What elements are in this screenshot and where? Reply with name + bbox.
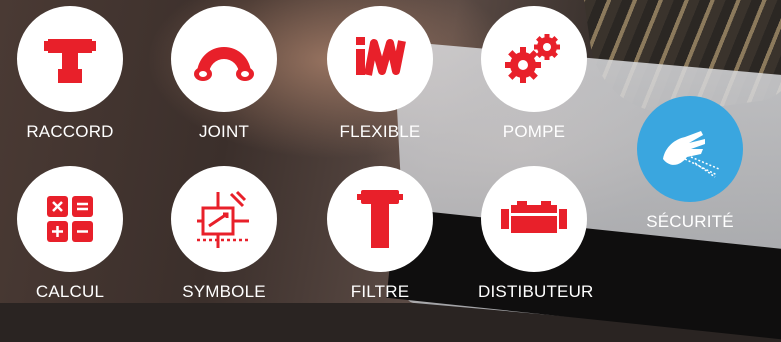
tile-circle[interactable] xyxy=(637,96,743,202)
tile-circle[interactable] xyxy=(327,166,433,272)
seal-icon xyxy=(194,47,254,81)
gears-icon xyxy=(505,34,560,83)
filter-icon xyxy=(357,190,403,248)
tile-joint[interactable]: JOINT xyxy=(168,6,280,142)
tile-filtre[interactable]: FILTRE xyxy=(324,166,436,302)
tile-pompe[interactable]: POMPE xyxy=(478,6,590,142)
tile-label: RACCORD xyxy=(26,122,114,141)
tile-circle[interactable] xyxy=(481,6,587,112)
tile-label: CALCUL xyxy=(35,282,105,301)
safety-hand-icon xyxy=(663,131,720,178)
tile-label: SÉCURITÉ xyxy=(646,212,734,231)
tile-label: FILTRE xyxy=(350,282,410,301)
tile-flexible[interactable]: FLEXIBLE xyxy=(324,6,436,142)
tile-circle[interactable] xyxy=(171,166,277,272)
distributor-icon xyxy=(501,201,567,233)
tile-label: POMPE xyxy=(502,122,566,141)
tile-circle[interactable] xyxy=(17,166,123,272)
tile-securite[interactable]: SÉCURITÉ xyxy=(634,96,746,232)
hose-icon xyxy=(356,37,406,76)
tile-label: SYMBOLE xyxy=(182,282,266,301)
tile-symbole[interactable]: SYMBOLE xyxy=(168,166,280,302)
tile-circle[interactable] xyxy=(171,6,277,112)
symbol-icon xyxy=(197,190,249,248)
tile-raccord[interactable]: RACCORD xyxy=(14,6,126,142)
fitting-icon xyxy=(44,39,96,83)
tile-circle[interactable] xyxy=(17,6,123,112)
tile-circle[interactable] xyxy=(481,166,587,272)
tile-label: FLEXIBLE xyxy=(339,122,421,141)
tile-label: JOINT xyxy=(198,122,250,141)
tile-distibuteur[interactable]: DISTIBUTEUR xyxy=(478,166,594,302)
calculator-icon xyxy=(47,196,93,242)
tile-calcul[interactable]: CALCUL xyxy=(14,166,126,302)
tile-circle[interactable] xyxy=(327,6,433,112)
tile-label: DISTIBUTEUR xyxy=(478,282,594,301)
